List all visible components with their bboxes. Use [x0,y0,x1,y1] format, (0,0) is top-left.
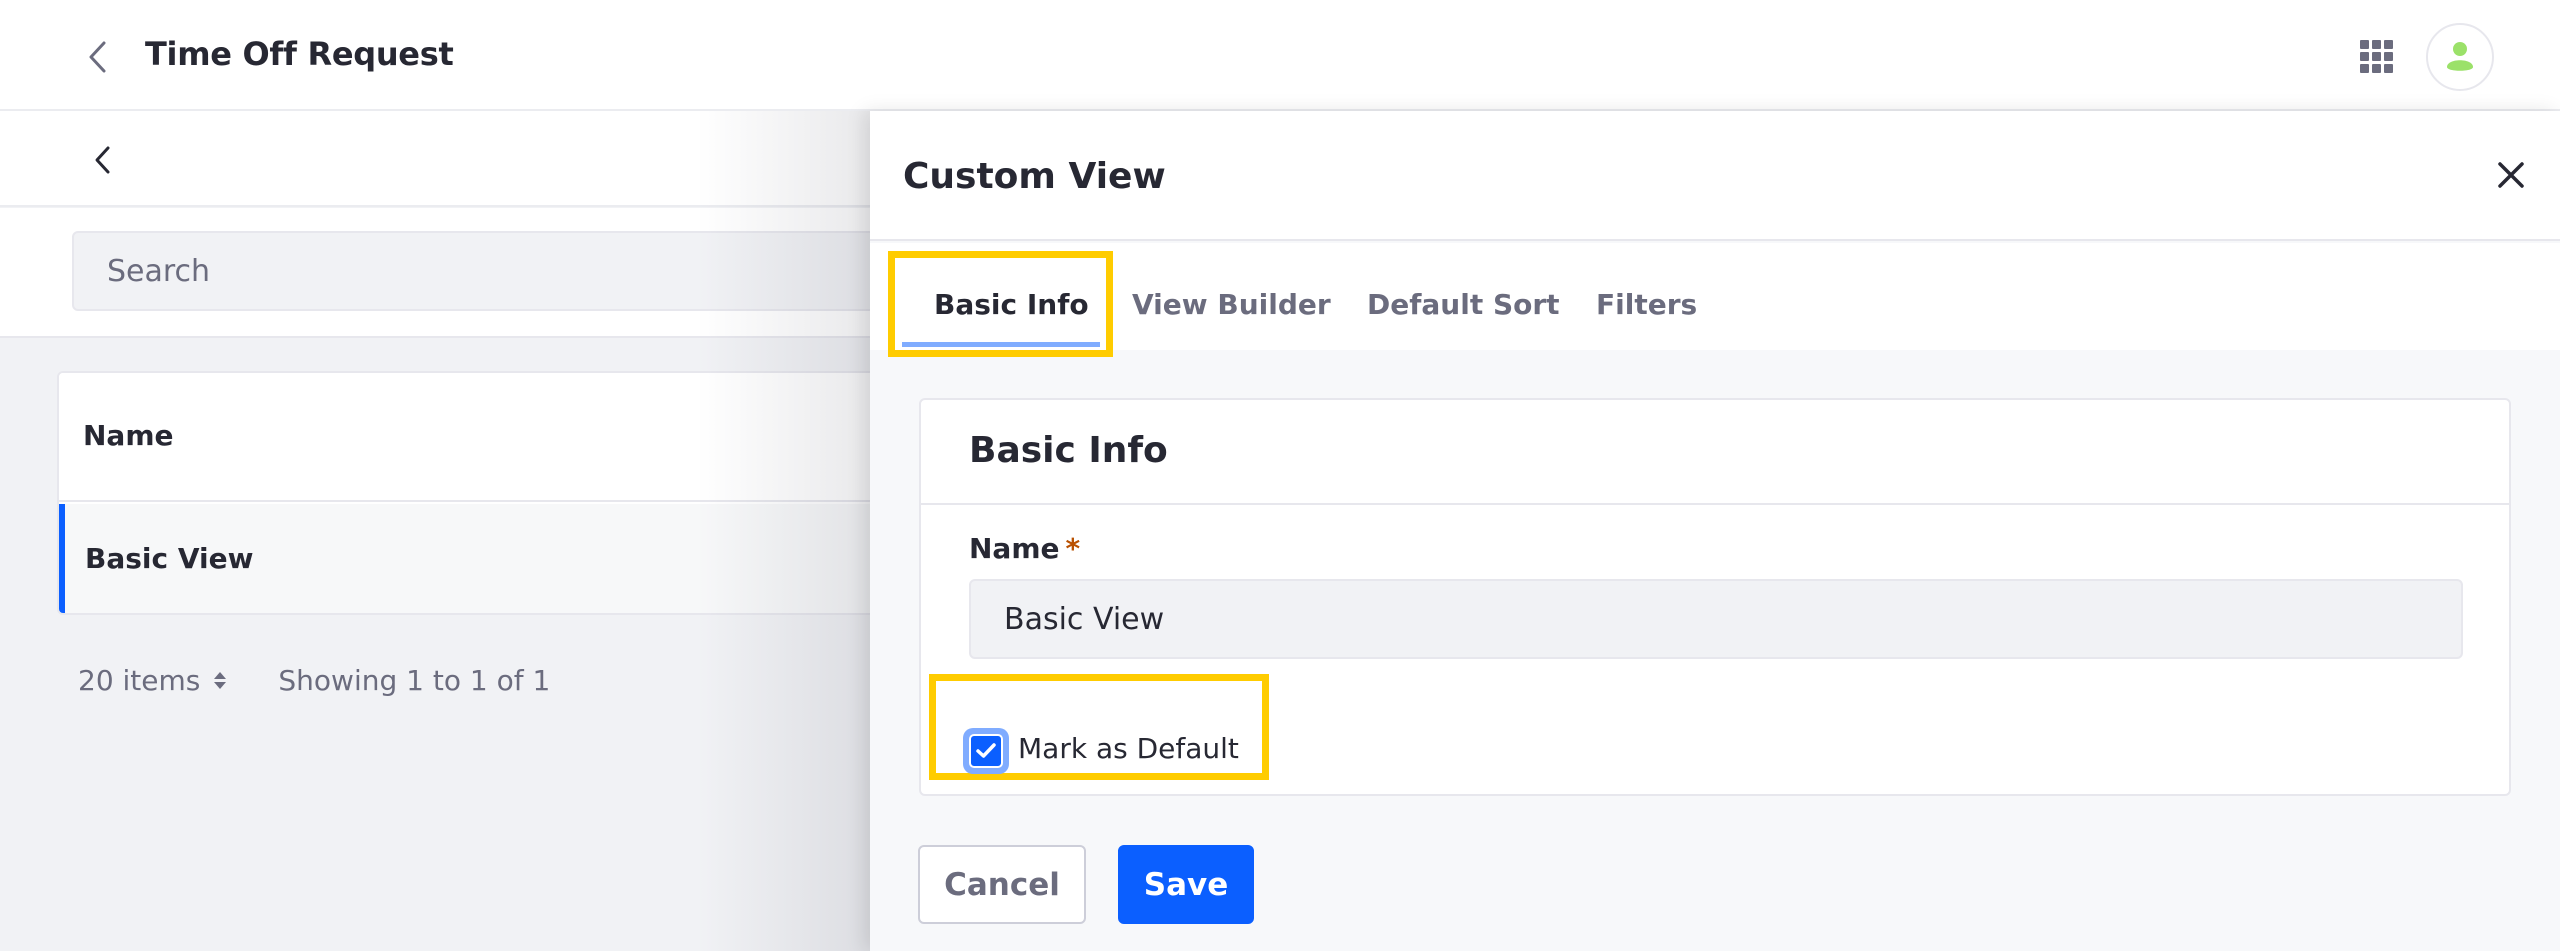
tab-filters[interactable]: Filters [1596,288,1697,321]
tab-default-sort[interactable]: Default Sort [1367,288,1560,321]
sort-caret-icon [214,672,227,689]
showing-count: Showing 1 to 1 of 1 [278,664,551,697]
panel-title: Custom View [903,156,1166,197]
user-icon [2447,42,2473,71]
highlight-box-tab [888,251,1113,357]
collapse-chevron-icon[interactable] [92,144,116,176]
custom-view-panel: Custom View Basic Info View Builder Defa… [870,111,2560,951]
cancel-button[interactable]: Cancel [918,845,1086,924]
user-avatar[interactable] [2426,23,2494,91]
close-icon[interactable] [2496,160,2526,190]
required-asterisk: * [1065,532,1081,565]
save-button[interactable]: Save [1118,845,1254,924]
name-input[interactable]: Basic View [969,579,2463,659]
tab-view-builder[interactable]: View Builder [1132,288,1331,321]
column-header-name[interactable]: Name [83,419,174,452]
name-label-text: Name [969,532,1060,565]
page-title: Time Off Request [145,35,454,73]
back-chevron-icon[interactable] [84,38,112,76]
name-label: Name * [969,532,1080,565]
basic-info-card: Basic Info Name * Basic View Mark as Defa… [919,398,2511,796]
mark-as-default-checkbox[interactable] [963,728,1009,774]
items-per-page-label: 20 items [78,664,201,697]
panel-header: Custom View [870,111,2560,241]
mark-as-default-label[interactable]: Mark as Default [1018,732,1239,765]
card-title: Basic Info [969,430,1168,471]
pagination: 20 items Showing 1 to 1 of 1 [78,664,550,697]
panel-tabs: Basic Info View Builder Default Sort Fil… [870,243,2560,350]
items-per-page-select[interactable]: 20 items [78,664,227,697]
row-name: Basic View [85,542,254,575]
card-header: Basic Info [921,400,2509,505]
checkmark-icon [976,743,996,758]
apps-grid-icon[interactable] [2360,40,2393,73]
